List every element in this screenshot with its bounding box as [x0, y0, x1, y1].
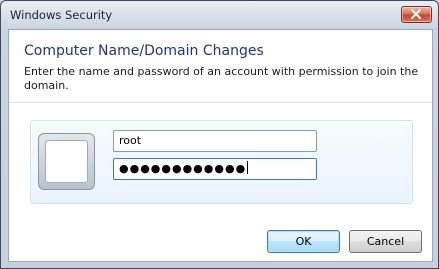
password-field[interactable]: ●●●●●●●●●●●●: [113, 158, 317, 180]
dialog-description: Enter the name and password of an accoun…: [24, 65, 419, 92]
windows-security-dialog: Windows Security Computer Name/Domain Ch…: [0, 0, 439, 269]
user-tile-icon: [38, 133, 95, 190]
close-icon: [411, 9, 421, 19]
text-caret: [247, 161, 249, 174]
ok-button[interactable]: OK: [267, 230, 340, 253]
separator: [9, 102, 432, 103]
username-value: root: [119, 134, 142, 147]
cancel-button[interactable]: Cancel: [349, 230, 422, 253]
dialog-heading: Computer Name/Domain Changes: [24, 43, 264, 59]
password-value: ●●●●●●●●●●●●: [119, 162, 247, 175]
close-button[interactable]: [401, 6, 432, 23]
user-tile-frame: [45, 140, 88, 183]
credential-tile: root ●●●●●●●●●●●●: [30, 120, 413, 204]
dialog-content: Computer Name/Domain Changes Enter the n…: [8, 29, 433, 262]
username-field[interactable]: root: [113, 130, 317, 152]
title-bar[interactable]: Windows Security: [1, 1, 438, 29]
window-title: Windows Security: [10, 8, 113, 22]
